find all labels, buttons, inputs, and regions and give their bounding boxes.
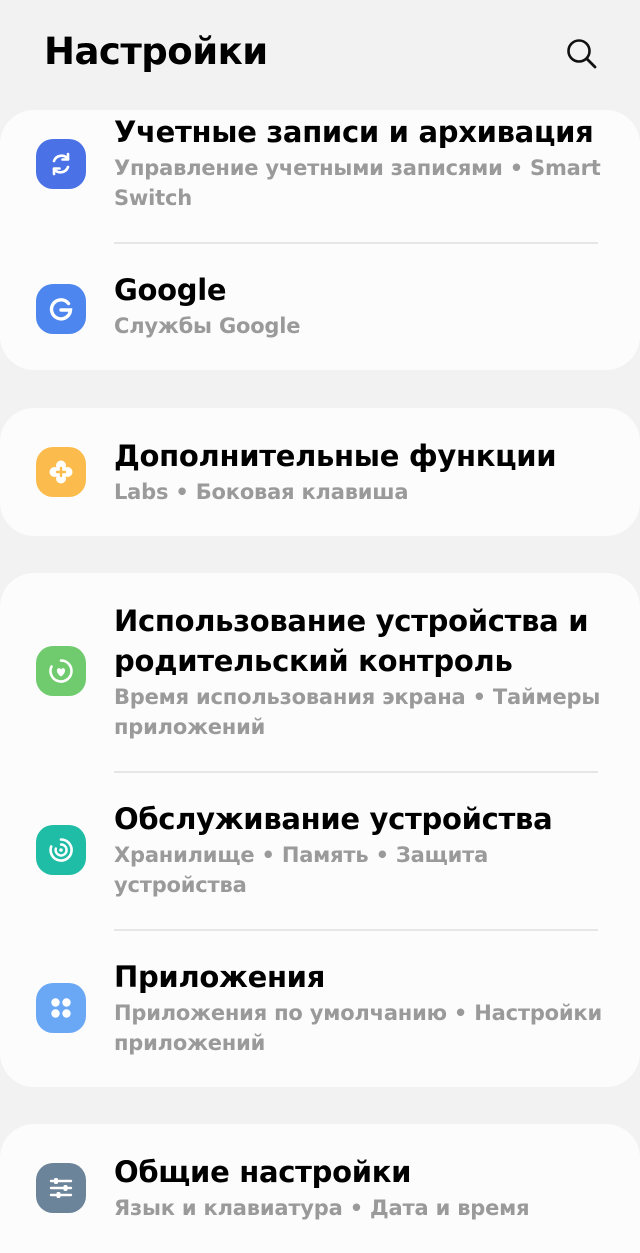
settings-item-label: Обслуживание устройства bbox=[114, 802, 553, 836]
search-icon bbox=[567, 39, 597, 69]
card-device: Использование устройства и родительский … bbox=[0, 573, 640, 1087]
card-accounts-google: Учетные записи и архивация Управление уч… bbox=[0, 110, 640, 370]
apps-grid-icon bbox=[36, 983, 86, 1033]
heart-ring-icon bbox=[36, 646, 86, 696]
settings-item-device-care[interactable]: Обслуживание устройства Хранилище • Памя… bbox=[0, 773, 640, 929]
card-advanced: Дополнительные функции Labs • Боковая кл… bbox=[0, 408, 640, 536]
google-icon bbox=[36, 284, 86, 334]
settings-item-label: Дополнительные функции bbox=[114, 439, 557, 473]
settings-item-label: Использование устройства и родительский … bbox=[114, 604, 589, 678]
settings-item-advanced[interactable]: Дополнительные функции Labs • Боковая кл… bbox=[0, 408, 640, 536]
sync-icon bbox=[36, 139, 86, 189]
settings-item-label: Google bbox=[114, 273, 227, 307]
settings-item-apps[interactable]: Приложения Приложения по умолчанию • Нас… bbox=[0, 931, 640, 1087]
settings-item-google[interactable]: Google Службы Google bbox=[0, 244, 640, 370]
settings-item-summary: Язык и клавиатура • Дата и время bbox=[114, 1196, 530, 1220]
plus-gear-icon bbox=[36, 447, 86, 497]
settings-item-summary: Labs • Боковая клавиша bbox=[114, 480, 409, 504]
settings-screen: Настройки Учетные записи и архивация Упр… bbox=[0, 0, 640, 1253]
settings-item-accounts[interactable]: Учетные записи и архивация Управление уч… bbox=[0, 110, 640, 242]
settings-item-general[interactable]: Общие настройки Язык и клавиатура • Дата… bbox=[0, 1124, 640, 1253]
card-general: Общие настройки Язык и клавиатура • Дата… bbox=[0, 1124, 640, 1253]
page-title: Настройки bbox=[44, 30, 268, 73]
settings-item-summary: Хранилище • Память • Защита устройства bbox=[114, 843, 489, 897]
top-bar: Настройки bbox=[0, 0, 640, 108]
settings-item-label: Приложения bbox=[114, 960, 326, 994]
settings-item-summary: Службы Google bbox=[114, 314, 301, 338]
settings-item-summary: Управление учетными записями • Smart Swi… bbox=[114, 156, 601, 210]
settings-item-label: Учетные записи и архивация bbox=[114, 115, 594, 149]
settings-item-summary: Приложения по умолчанию • Настройки прил… bbox=[114, 1001, 602, 1055]
device-care-icon bbox=[36, 825, 86, 875]
settings-item-wellbeing[interactable]: Использование устройства и родительский … bbox=[0, 573, 640, 771]
search-button[interactable] bbox=[560, 32, 604, 76]
settings-item-label: Общие настройки bbox=[114, 1155, 412, 1189]
sliders-icon bbox=[36, 1163, 86, 1213]
settings-item-summary: Время использования экрана • Таймеры при… bbox=[114, 685, 601, 739]
